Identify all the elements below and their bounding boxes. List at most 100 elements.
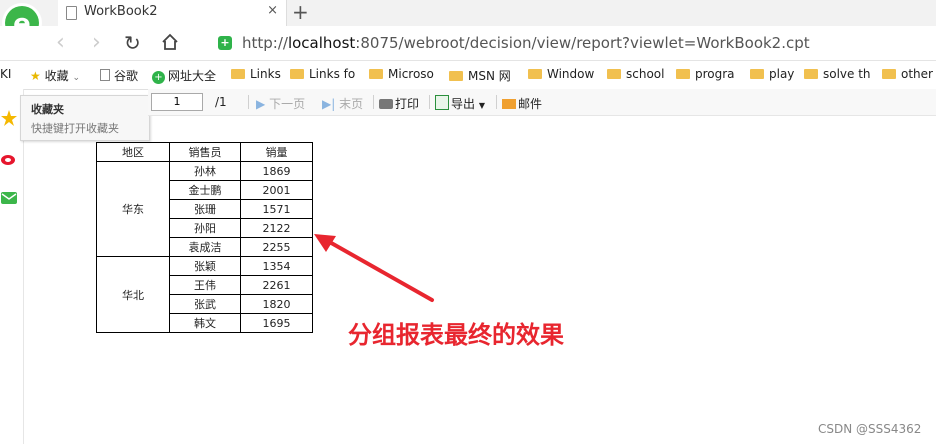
tab-workbook2[interactable]: WorkBook2 × — [58, 0, 287, 26]
reload-icon[interactable]: ↻ — [124, 31, 141, 55]
grouped-report-table: 地区 销售员 销量 华东 孙林 1869 金士鹏 2001 张珊 1571 孙阳… — [96, 142, 313, 333]
bookmark-cut[interactable]: KI — [0, 67, 11, 81]
security-shield-icon[interactable]: + — [218, 36, 232, 50]
bookmark-label: Links — [250, 67, 281, 81]
print-button[interactable]: 打印 — [379, 95, 419, 112]
salesperson-cell: 孙阳 — [169, 218, 241, 238]
sales-cell: 1354 — [240, 256, 313, 276]
bookmark-folder[interactable]: Microso — [369, 67, 435, 81]
salesperson-cell: 金士鹏 — [169, 180, 241, 200]
next-page-button[interactable]: ▶ 下一页 — [256, 95, 305, 112]
favorites-menu[interactable]: ★ 收藏 ⌄ — [30, 67, 80, 84]
bookmark-folder[interactable]: play — [750, 67, 794, 81]
sales-cell: 1695 — [240, 313, 313, 333]
plus-circle-icon: + — [152, 71, 165, 84]
sales-cell: 2261 — [240, 275, 313, 295]
annotation-text: 分组报表最终的效果 — [348, 321, 564, 349]
bookmark-folder[interactable]: MSN 网 — [449, 67, 515, 84]
salesperson-cell: 孙林 — [169, 161, 241, 181]
bookmark-folder[interactable]: other — [882, 67, 936, 81]
bookmark-folder[interactable]: Links fo — [290, 67, 356, 81]
tab-title: WorkBook2 — [84, 4, 158, 19]
bookmark-label: Microso — [388, 67, 434, 81]
favorites-label: 收藏 — [44, 69, 69, 83]
folder-icon — [369, 69, 383, 79]
new-tab-button[interactable]: + — [292, 0, 309, 24]
bookmark-folder[interactable]: Window — [528, 67, 594, 81]
salesperson-cell: 张武 — [169, 294, 241, 314]
folder-icon — [676, 69, 690, 79]
mail-icon[interactable] — [0, 189, 18, 207]
close-icon[interactable]: × — [267, 3, 278, 18]
document-icon — [66, 6, 77, 20]
sales-cell: 1820 — [240, 294, 313, 314]
mail-button[interactable]: 邮件 — [502, 95, 542, 112]
salesperson-cell: 张珊 — [169, 199, 241, 219]
folder-icon — [290, 69, 304, 79]
sales-cell: 2255 — [240, 237, 313, 257]
bookmark-label: 谷歌 — [114, 69, 139, 83]
weibo-icon[interactable] — [0, 149, 18, 167]
salesperson-cell: 王伟 — [169, 275, 241, 295]
bookmark-label: MSN 网 — [468, 69, 511, 83]
salesperson-cell: 张颖 — [169, 256, 241, 276]
bookmark-folder[interactable]: progra — [676, 67, 736, 81]
header-region: 地区 — [96, 142, 170, 162]
separator — [496, 95, 497, 109]
bookmark-hao123[interactable]: + 网址大全 — [152, 67, 216, 84]
url-prefix: http:// — [242, 34, 288, 52]
folder-icon — [231, 69, 245, 79]
salesperson-cell: 韩文 — [169, 313, 241, 333]
folder-icon — [750, 69, 764, 79]
page-number-input[interactable] — [151, 93, 203, 111]
group-region-cell: 华北 — [96, 256, 170, 333]
printer-icon — [379, 99, 393, 109]
document-icon — [100, 69, 110, 81]
bookmark-label: solve th — [823, 67, 870, 81]
tooltip-hint: 快捷键打开收藏夹 — [31, 122, 119, 135]
page-total: /1 — [215, 95, 227, 109]
salesperson-cell: 袁成洁 — [169, 237, 241, 257]
bookmark-label: progra — [695, 67, 735, 81]
chevron-down-icon: ⌄ — [72, 73, 80, 83]
bookmarks-bar: KI ★ 收藏 ⌄ 谷歌 + 网址大全 Links Links fo Micros… — [0, 61, 936, 90]
sales-cell: 2122 — [240, 218, 313, 238]
tooltip-title: 收藏夹 — [31, 103, 64, 116]
separator — [248, 95, 249, 109]
folder-icon — [528, 69, 542, 79]
bookmark-label: other — [901, 67, 933, 81]
export-label: 导出 — [451, 97, 476, 111]
sales-cell: 2001 — [240, 180, 313, 200]
sales-cell: 1869 — [240, 161, 313, 181]
bookmark-label: play — [769, 67, 795, 81]
forward-icon[interactable]: › — [92, 30, 101, 55]
home-icon[interactable] — [160, 32, 180, 52]
bookmark-folder[interactable]: Links — [231, 67, 281, 81]
table-row: 华北 张颖 1354 — [96, 256, 313, 333]
tab-bar: e WorkBook2 × + — [0, 0, 936, 43]
bookmark-label: 网址大全 — [168, 69, 217, 83]
bookmark-folder[interactable]: school — [607, 67, 664, 81]
bookmark-folder[interactable]: solve th — [804, 67, 870, 81]
url-host: localhost — [287, 34, 356, 52]
favorites-tooltip: 收藏夹 快捷键打开收藏夹 — [20, 95, 150, 141]
url-path: :8075/webroot/decision/view/report?viewl… — [355, 34, 810, 52]
bookmark-google[interactable]: 谷歌 — [100, 67, 138, 84]
table-header-row: 地区 销售员 销量 — [96, 142, 313, 162]
address-bar[interactable]: http://localhost:8075/webroot/decision/v… — [242, 34, 810, 52]
favorites-star-icon[interactable] — [0, 109, 18, 127]
back-icon[interactable]: ‹ — [56, 30, 65, 55]
folder-icon — [882, 69, 896, 79]
last-page-icon: ▶| — [322, 97, 336, 111]
folder-icon — [449, 71, 463, 81]
next-page-label: 下一页 — [269, 97, 306, 111]
next-icon: ▶ — [256, 97, 266, 111]
export-button[interactable]: 导出 ▼ — [435, 95, 485, 112]
last-page-label: 末页 — [339, 97, 364, 111]
browser-sidebar — [0, 89, 24, 444]
header-salesperson: 销售员 — [169, 142, 241, 162]
last-page-button[interactable]: ▶| 末页 — [322, 95, 363, 112]
dropdown-arrow-icon: ▼ — [478, 101, 485, 110]
mail-label: 邮件 — [518, 97, 543, 111]
envelope-icon — [502, 99, 516, 109]
